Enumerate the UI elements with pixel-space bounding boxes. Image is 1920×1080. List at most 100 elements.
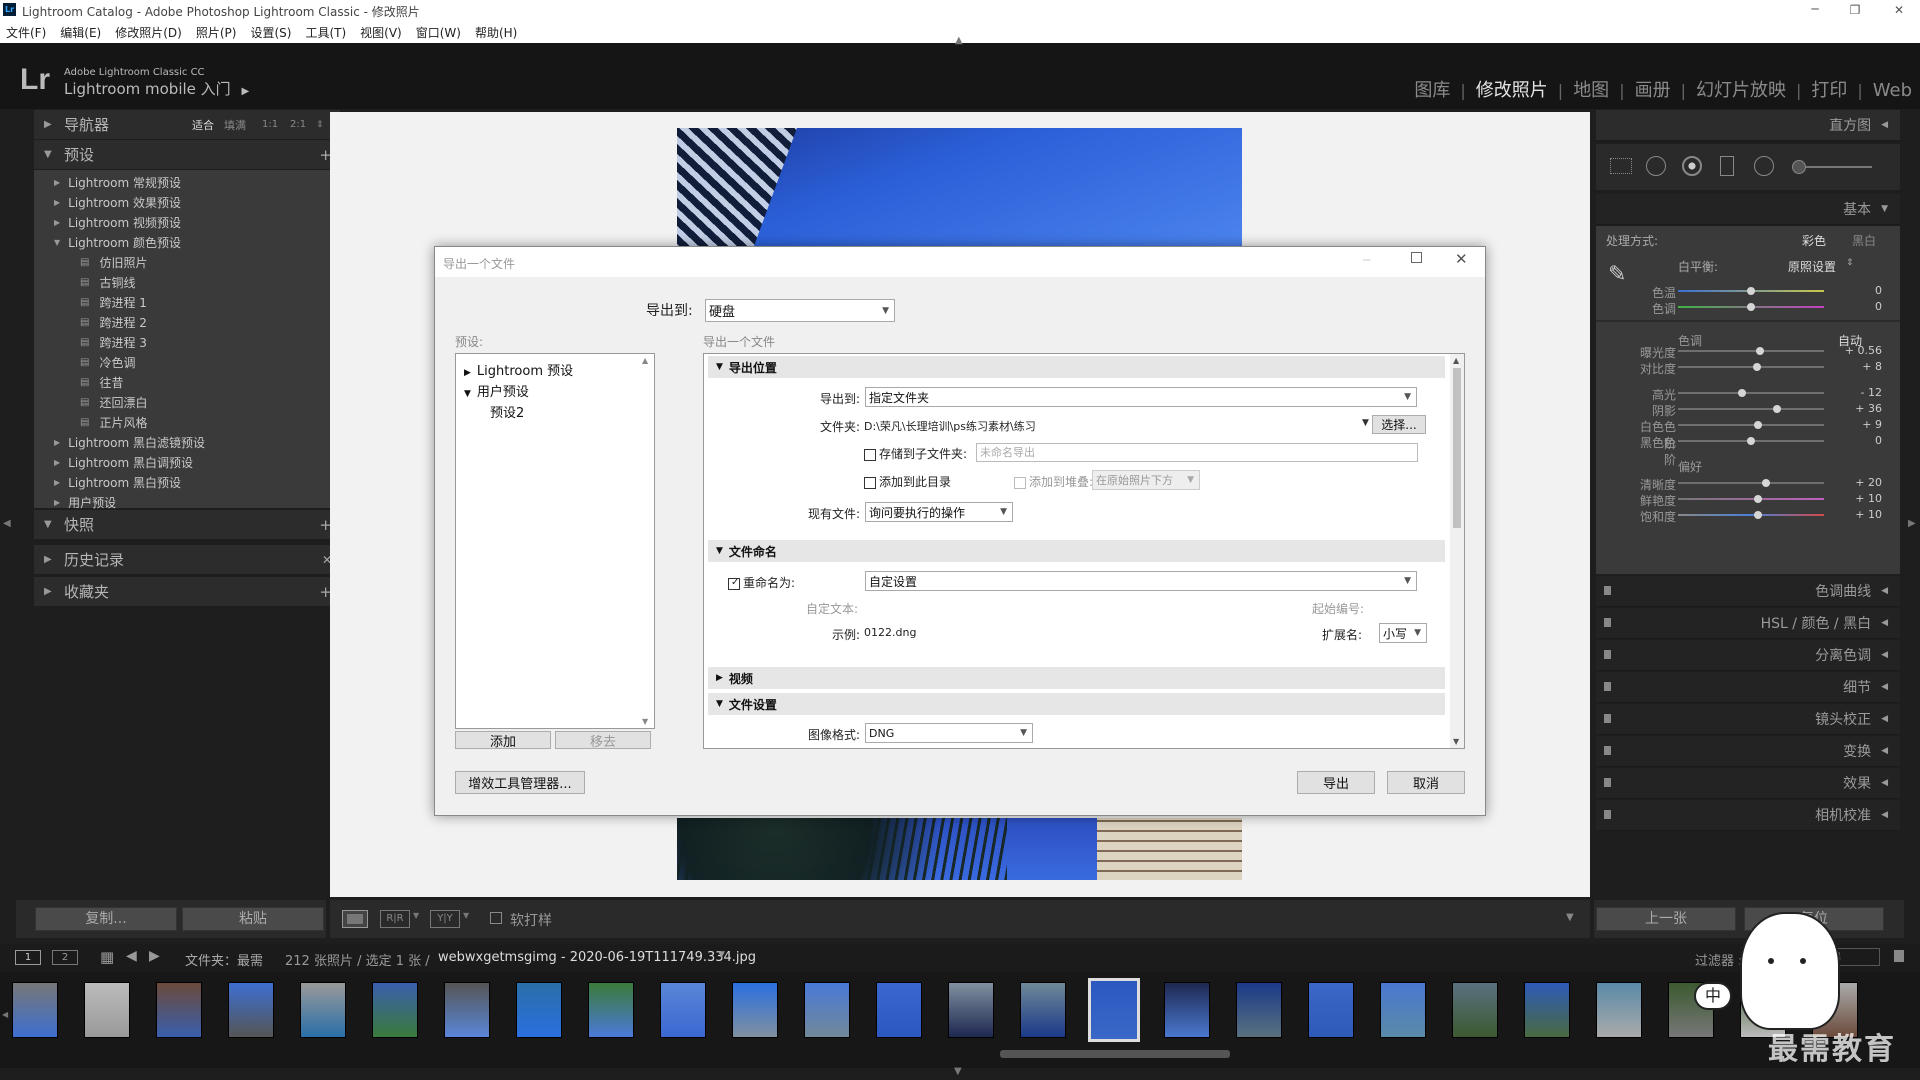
zoom-fit[interactable]: 适合 — [192, 117, 214, 133]
preset-item[interactable]: ▤ 跨进程 3 — [34, 332, 340, 352]
before-after-icon[interactable]: R|R — [380, 910, 410, 928]
spot-removal-icon[interactable] — [1646, 156, 1666, 176]
checkbox[interactable]: ✓ — [728, 577, 740, 590]
preset-item[interactable]: ▤ 古铜线 — [34, 272, 340, 292]
filmstrip-thumbnail[interactable] — [732, 982, 778, 1038]
grid-view-icon[interactable]: ▦ — [100, 948, 114, 966]
filmstrip-thumbnail[interactable] — [1088, 978, 1140, 1042]
tree-item-user-presets[interactable]: ▼ 用户预设 — [464, 381, 529, 400]
filmstrip-thumbnail[interactable] — [444, 982, 490, 1038]
filmstrip-thumbnail[interactable] — [1380, 982, 1426, 1038]
preset-item[interactable]: ▤ 跨进程 2 — [34, 312, 340, 332]
slider-value[interactable]: + 9 — [1832, 418, 1882, 431]
scroll-up-icon[interactable]: ▲ — [1453, 356, 1459, 365]
subfolder-input[interactable]: 未命名导出 — [976, 443, 1418, 462]
panel-header[interactable]: 色调曲线 ◀ — [1596, 576, 1900, 607]
cancel-button[interactable]: 取消 — [1387, 771, 1465, 794]
histogram-header[interactable]: 直方图 ◀ — [1596, 110, 1900, 141]
slider-knob[interactable] — [1747, 437, 1755, 445]
preset-item[interactable]: ▶ Lightroom 视频预设 — [34, 212, 340, 232]
ba-dropdown-icon[interactable]: ▼ — [413, 911, 419, 920]
minimize-icon[interactable]: ─ — [1800, 0, 1830, 20]
panel-toggle-icon[interactable] — [1604, 778, 1611, 787]
module-tab[interactable]: 画册 — [1635, 76, 1671, 102]
slider-knob[interactable] — [1761, 479, 1770, 487]
presets-header[interactable]: ▼ 预设 + — [34, 140, 340, 170]
filmstrip-thumbnail[interactable] — [1596, 982, 1642, 1038]
scroll-down-icon[interactable]: ▼ — [1453, 737, 1459, 746]
menu-item[interactable]: 设置(S) — [250, 24, 291, 41]
file-name[interactable]: webwxgetmsgimg - 2020-06-19T111749.334.j… — [438, 950, 756, 965]
tree-item-preset2[interactable]: 预设2 — [490, 402, 524, 421]
zoom-fill[interactable]: 填满 — [224, 117, 246, 133]
basic-header[interactable]: 基本 ▼ — [1596, 194, 1900, 225]
previous-button[interactable]: 上一张 — [1596, 907, 1736, 931]
menu-item[interactable]: 文件(F) — [6, 24, 46, 41]
preset-item[interactable]: ▶ Lightroom 常规预设 — [34, 172, 340, 192]
wb-select[interactable]: 原照设置 — [1788, 258, 1836, 275]
dialog-close-icon[interactable]: ✕ — [1455, 250, 1468, 268]
slider-knob[interactable] — [1754, 495, 1763, 503]
slider-value[interactable]: + 20 — [1832, 476, 1882, 489]
panel-header[interactable]: HSL / 颜色 / 黑白 ◀ — [1596, 608, 1900, 639]
panel-toggle-icon[interactable] — [1604, 650, 1611, 659]
monitor-2-icon[interactable]: 2 — [52, 950, 78, 965]
slider-track[interactable] — [1678, 498, 1824, 500]
filmstrip-thumbnail[interactable] — [228, 982, 274, 1038]
slider-knob[interactable] — [1773, 405, 1782, 413]
monitor-1-icon[interactable]: 1 — [15, 950, 41, 965]
panel-header[interactable]: 效果 ◀ — [1596, 768, 1900, 799]
filmstrip-thumbnail[interactable] — [660, 982, 706, 1038]
top-collapse-icon[interactable]: ▲ — [955, 35, 963, 46]
toolbar-menu-icon[interactable]: ▼ — [1566, 912, 1574, 923]
collections-header[interactable]: ▶ 收藏夹 + — [34, 577, 340, 607]
slider-value[interactable]: 0 — [1832, 300, 1882, 313]
slider-track[interactable] — [1678, 408, 1824, 410]
restore-icon[interactable]: ❐ — [1840, 0, 1870, 20]
crop-tool-icon[interactable] — [1610, 158, 1632, 174]
slider-value[interactable]: + 8 — [1832, 360, 1882, 373]
slider-value[interactable]: + 10 — [1832, 508, 1882, 521]
filmstrip-thumbnail[interactable] — [300, 982, 346, 1038]
menu-item[interactable]: 工具(T) — [305, 24, 346, 41]
folder-path[interactable]: 文件夹：最需 — [185, 950, 263, 969]
panel-header[interactable]: 细节 ◀ — [1596, 672, 1900, 703]
paste-button[interactable]: 粘贴 — [182, 907, 324, 931]
panel-toggle-icon[interactable] — [1604, 618, 1611, 627]
zoom-stepper-icon[interactable]: ⇕ — [316, 120, 324, 130]
filmstrip-thumbnail[interactable] — [12, 982, 58, 1038]
filmstrip-thumbnail[interactable] — [1020, 982, 1066, 1038]
export-button[interactable]: 导出 — [1297, 771, 1375, 794]
slider-value[interactable]: 0 — [1832, 284, 1882, 297]
remove-preset-button[interactable]: 移去 — [555, 731, 651, 750]
filmstrip-thumbnail[interactable] — [372, 982, 418, 1038]
folder-history-icon[interactable]: ▼ — [1362, 418, 1369, 428]
treatment-color[interactable]: 彩色 — [1802, 232, 1826, 249]
panel-toggle-icon[interactable] — [1604, 586, 1611, 595]
image-format-select[interactable]: DNG ▼ — [865, 723, 1033, 743]
slider-value[interactable]: - 12 — [1832, 386, 1882, 399]
module-tab[interactable]: 图库 — [1414, 76, 1450, 102]
module-tab[interactable]: 地图 — [1573, 76, 1609, 102]
navigator-header[interactable]: ▶ 导航器 适合 填满 1:1 2:1 ⇕ — [34, 110, 340, 140]
mobile-link[interactable]: Lightroom mobile 入门 ▶ — [64, 78, 249, 99]
left-collapse-icon[interactable]: ◀ — [3, 518, 11, 529]
slider-knob[interactable] — [1738, 389, 1747, 397]
softproof-checkbox[interactable] — [490, 912, 502, 924]
panel-toggle-icon[interactable] — [1604, 746, 1611, 755]
preset-item[interactable]: ▤ 仿旧照片 — [34, 252, 340, 272]
location-export-to-select[interactable]: 指定文件夹 ▼ — [865, 387, 1417, 407]
bottom-collapse-icon[interactable]: ▼ — [954, 1066, 962, 1077]
preset-item[interactable]: ▶ Lightroom 效果预设 — [34, 192, 340, 212]
filmstrip-thumbnail[interactable] — [804, 982, 850, 1038]
slider-knob[interactable] — [1755, 347, 1764, 355]
rename-template-select[interactable]: 自定设置 ▼ — [865, 571, 1417, 591]
export-to-select[interactable]: 硬盘 ▼ — [705, 299, 895, 322]
ba-swap-dropdown-icon[interactable]: ▼ — [463, 911, 469, 920]
filmstrip-thumbnail[interactable] — [1452, 982, 1498, 1038]
rename-checkbox[interactable]: ✓ 重命名为: — [728, 574, 795, 591]
graduated-filter-icon[interactable] — [1720, 156, 1734, 176]
redeye-icon[interactable] — [1682, 156, 1702, 176]
filmstrip-thumbnail[interactable] — [876, 982, 922, 1038]
module-tab[interactable]: 修改照片 — [1476, 76, 1548, 102]
